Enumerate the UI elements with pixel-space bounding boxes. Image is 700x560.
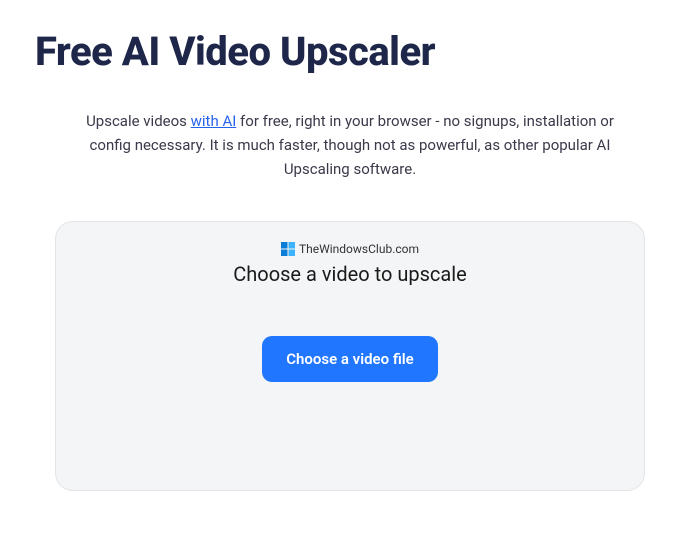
upload-card-title: Choose a video to upscale	[86, 262, 614, 286]
description-text: Upscale videos with AI for free, right i…	[70, 109, 630, 181]
watermark: TheWindowsClub.com	[86, 242, 614, 256]
choose-video-button[interactable]: Choose a video file	[262, 336, 438, 382]
watermark-icon	[281, 242, 295, 256]
description-prefix: Upscale videos	[86, 112, 191, 130]
with-ai-link[interactable]: with AI	[191, 112, 237, 130]
upload-card: TheWindowsClub.com Choose a video to ups…	[55, 221, 645, 491]
page-title: Free AI Video Upscaler	[35, 30, 665, 74]
watermark-text: TheWindowsClub.com	[299, 242, 419, 256]
